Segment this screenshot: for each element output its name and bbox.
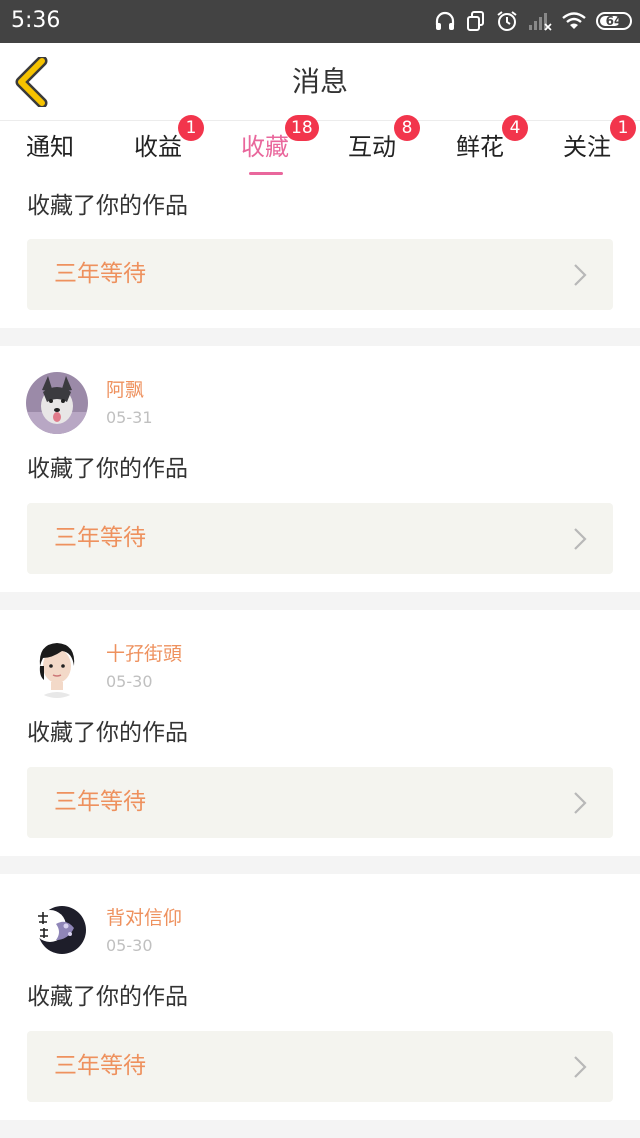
message-card: 阿飘 05-31 收藏了你的作品 三年等待 xyxy=(0,346,640,592)
avatar[interactable] xyxy=(26,372,88,434)
battery-level: 64 xyxy=(605,14,623,28)
copy-icon xyxy=(466,10,486,32)
chevron-right-icon xyxy=(574,792,587,814)
active-tab-indicator xyxy=(249,172,283,175)
tab-label: 关注 xyxy=(563,133,611,161)
chevron-right-icon xyxy=(574,1056,587,1078)
tab-bar: 通知 收益 1 收藏 18 互动 8 鲜花 4 关注 1 xyxy=(0,115,640,182)
page-title: 消息 xyxy=(291,65,348,98)
tab-badge: 18 xyxy=(285,115,319,141)
tab-badge: 8 xyxy=(394,115,420,141)
tab-badge: 1 xyxy=(610,115,636,141)
status-time: 5:36 xyxy=(11,8,61,33)
action-text: 收藏了你的作品 xyxy=(27,193,188,219)
divider xyxy=(0,592,640,610)
status-bar: 5:36 64 xyxy=(0,0,640,43)
action-text: 收藏了你的作品 xyxy=(27,720,188,746)
action-text: 收藏了你的作品 xyxy=(27,456,188,482)
navigation-bar: 消息 xyxy=(0,43,640,120)
tab-label: 通知 xyxy=(26,133,74,161)
message-date: 05-30 xyxy=(106,936,153,955)
work-title: 三年等待 xyxy=(54,789,146,815)
tab-label: 收益 xyxy=(134,133,182,161)
message-card: 十孖街頭 05-30 收藏了你的作品 三年等待 xyxy=(0,610,640,856)
battery-icon: 64 xyxy=(596,12,632,30)
divider xyxy=(0,1120,640,1138)
work-title: 三年等待 xyxy=(54,261,146,287)
chevron-right-icon xyxy=(574,528,587,550)
message-card: 背对信仰 05-30 收藏了你的作品 三年等待 xyxy=(0,874,640,1120)
status-icons: 64 xyxy=(424,8,632,34)
username[interactable]: 阿飘 xyxy=(106,378,144,402)
divider xyxy=(0,856,640,874)
wifi-icon xyxy=(562,11,586,31)
work-title: 三年等待 xyxy=(54,525,146,551)
message-card: 收藏了你的作品 三年等待 xyxy=(0,182,640,328)
work-link[interactable]: 三年等待 xyxy=(27,1031,613,1102)
tab-label: 鲜花 xyxy=(456,133,504,161)
work-link[interactable]: 三年等待 xyxy=(27,239,613,310)
tab-label: 互动 xyxy=(348,133,396,161)
action-text: 收藏了你的作品 xyxy=(27,984,188,1010)
username[interactable]: 十孖街頭 xyxy=(106,642,182,666)
avatar[interactable] xyxy=(26,636,88,698)
work-title: 三年等待 xyxy=(54,1053,146,1079)
avatar[interactable] xyxy=(26,900,88,962)
message-date: 05-31 xyxy=(106,408,153,427)
chevron-right-icon xyxy=(574,264,587,286)
tab-badge: 4 xyxy=(502,115,528,141)
work-link[interactable]: 三年等待 xyxy=(27,503,613,574)
signal-icon xyxy=(528,11,552,31)
message-date: 05-30 xyxy=(106,672,153,691)
message-feed: 收藏了你的作品 三年等待 阿飘 05-31 收藏了你的作品 三年等待 十孖街頭 … xyxy=(0,182,640,1138)
headphones-icon xyxy=(434,10,456,32)
tab-badge: 1 xyxy=(178,115,204,141)
work-link[interactable]: 三年等待 xyxy=(27,767,613,838)
divider xyxy=(0,328,640,346)
username[interactable]: 背对信仰 xyxy=(106,906,182,930)
alarm-icon xyxy=(496,10,518,32)
tab-label: 收藏 xyxy=(241,133,289,161)
